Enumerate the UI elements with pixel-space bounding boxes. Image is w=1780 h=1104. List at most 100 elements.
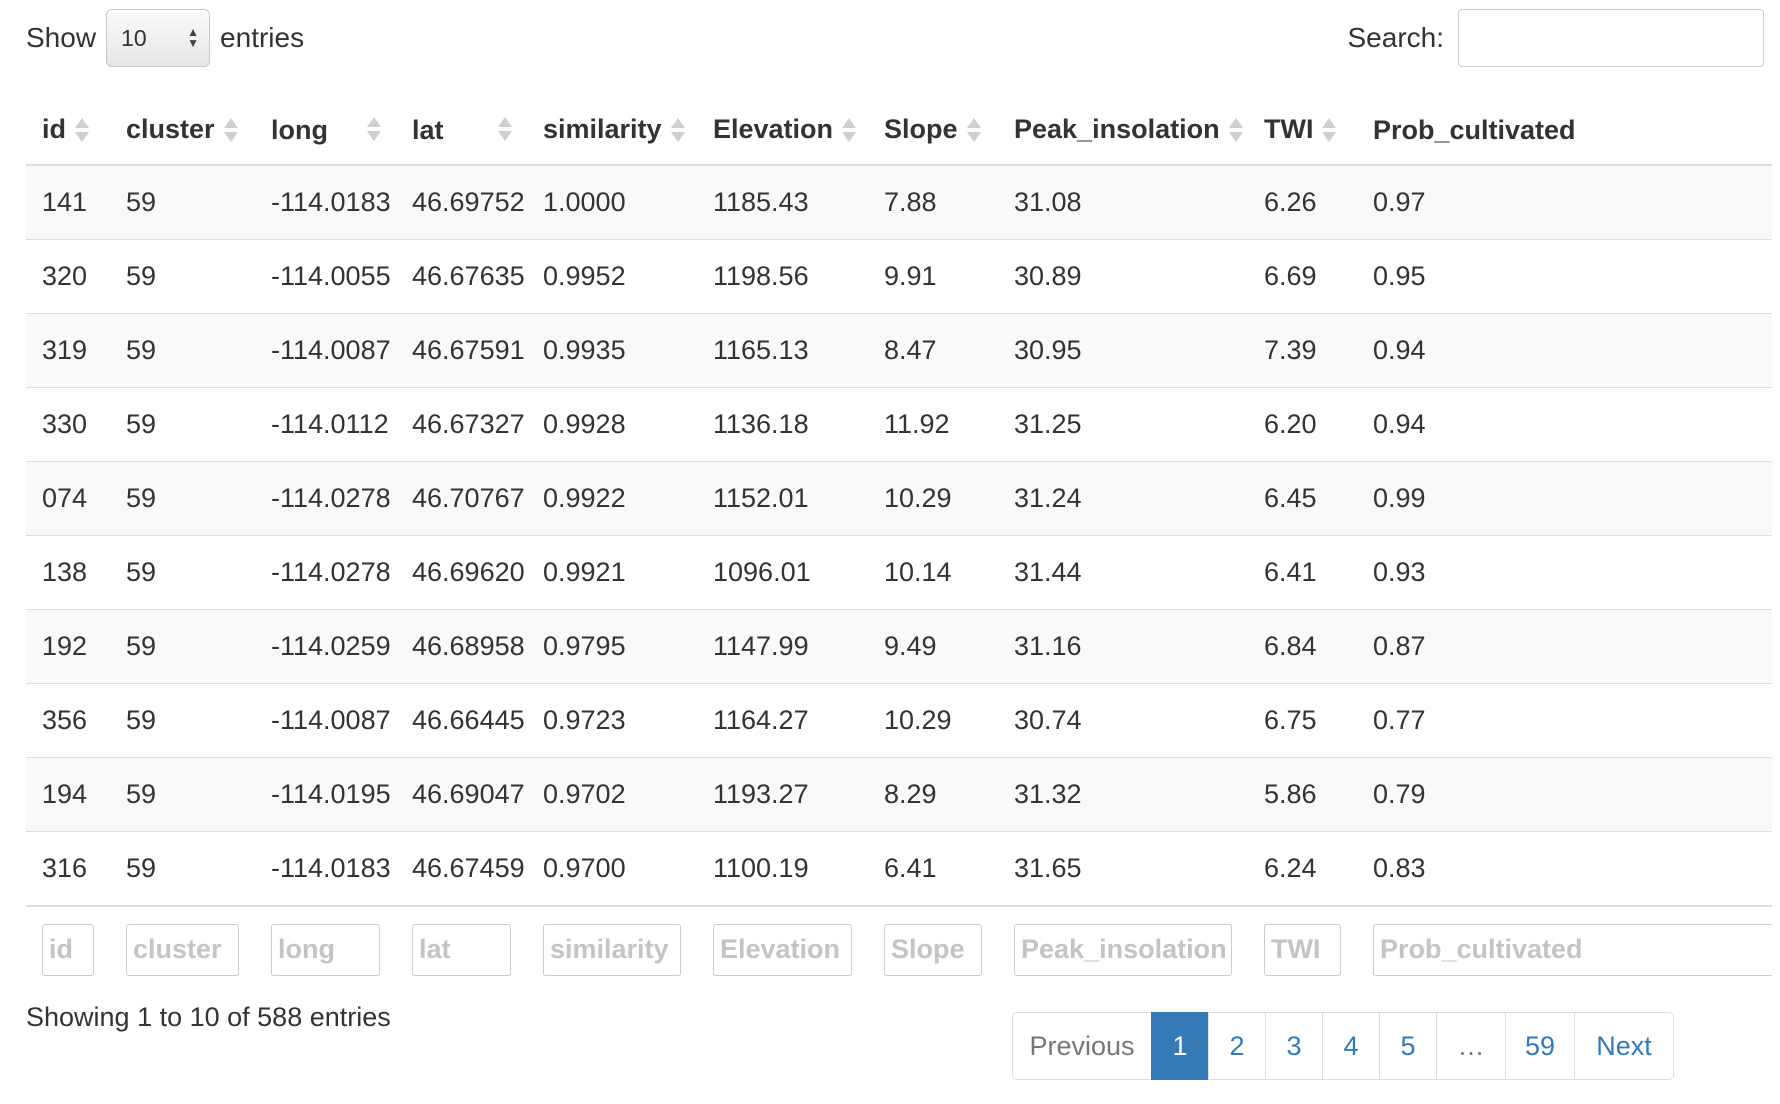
column-header-cluster[interactable]: cluster	[110, 96, 255, 166]
show-label: Show	[26, 22, 97, 53]
filter-cell	[110, 905, 255, 992]
column-header-similarity[interactable]: similarity	[527, 96, 697, 166]
filter-cell	[26, 905, 110, 992]
column-header-twi[interactable]: TWI	[1248, 96, 1357, 166]
cell-lat: 46.68958	[396, 609, 527, 684]
column-header-label: lat	[412, 114, 444, 145]
page-length-value: 10	[121, 24, 147, 51]
cell-prob_cultivated: 0.93	[1357, 535, 1772, 610]
column-header-label: Elevation	[713, 114, 834, 145]
cell-cluster: 59	[110, 164, 255, 240]
cell-lat: 46.67459	[396, 831, 527, 906]
cell-twi: 6.75	[1248, 683, 1357, 758]
column-header-long[interactable]: long	[255, 96, 396, 166]
column-header-peak_insolation[interactable]: Peak_insolation	[998, 96, 1248, 166]
cell-prob_cultivated: 0.79	[1357, 757, 1772, 832]
cell-cluster: 59	[110, 387, 255, 462]
cell-lat: 46.69047	[396, 757, 527, 832]
filter-input-similarity[interactable]	[543, 923, 681, 976]
table-row[interactable]: 320 59 -114.0055 46.67635 0.9952 1198.56 9.91 3…	[26, 239, 1772, 314]
column-filter-row	[26, 905, 1772, 992]
cell-long: -114.0183	[255, 164, 396, 240]
cell-cluster: 59	[110, 239, 255, 314]
page-button-3[interactable]: 3	[1265, 1012, 1323, 1080]
cell-cluster: 59	[110, 313, 255, 388]
sort-arrows-icon	[74, 116, 90, 146]
cell-elevation: 1100.19	[697, 831, 868, 906]
cell-prob_cultivated: 0.94	[1357, 313, 1772, 388]
cell-prob_cultivated: 0.94	[1357, 387, 1772, 462]
cell-long: -114.0112	[255, 387, 396, 462]
table-row[interactable]: 316 59 -114.0183 46.67459 0.9700 1100.19 6.41 3…	[26, 831, 1772, 906]
table-row[interactable]: 138 59 -114.0278 46.69620 0.9921 1096.01 10.14…	[26, 535, 1772, 610]
next-button[interactable]: Next	[1574, 1012, 1674, 1080]
filter-input-peak_insolation[interactable]	[1014, 923, 1232, 976]
page-button-1[interactable]: 1	[1151, 1012, 1209, 1080]
pagination: Previous 1 2 3 4 5… 59 Next	[1012, 1012, 1674, 1080]
page-button-4[interactable]: 4	[1322, 1012, 1380, 1080]
cell-id: 316	[26, 831, 110, 906]
cell-similarity: 0.9723	[527, 683, 697, 758]
filter-input-slope[interactable]	[884, 923, 982, 976]
cell-lat: 46.67635	[396, 239, 527, 314]
cell-lat: 46.69752	[396, 164, 527, 240]
column-header-label: cluster	[126, 114, 215, 145]
column-header-prob_cultivated[interactable]: Prob_cultivated	[1357, 96, 1772, 166]
cell-slope: 10.29	[868, 461, 998, 536]
cell-twi: 5.86	[1248, 757, 1357, 832]
table-row[interactable]: 074 59 -114.0278 46.70767 0.9922 1152.01 10.29…	[26, 461, 1772, 536]
cell-elevation: 1136.18	[697, 387, 868, 462]
sort-arrows-icon	[497, 115, 513, 145]
table-row[interactable]: 141 59 -114.0183 46.69752 1.0000 1185.43 7.88 3…	[26, 164, 1772, 240]
sort-arrows-icon	[1228, 116, 1244, 146]
table-row[interactable]: 194 59 -114.0195 46.69047 0.9702 1193.27 8.29 3…	[26, 757, 1772, 832]
previous-button[interactable]: Previous	[1012, 1012, 1152, 1080]
filter-input-id[interactable]	[42, 923, 94, 976]
table-body: 141 59 -114.0183 46.69752 1.0000 1185.43 7.88 3…	[26, 164, 1772, 906]
page-button-5[interactable]: 5	[1379, 1012, 1437, 1080]
cell-id: 319	[26, 313, 110, 388]
table-row[interactable]: 356 59 -114.0087 46.66445 0.9723 1164.27 10.29…	[26, 683, 1772, 758]
column-header-id[interactable]: id	[26, 96, 110, 166]
column-header-elevation[interactable]: Elevation	[697, 96, 868, 166]
filter-input-twi[interactable]	[1264, 923, 1341, 976]
sort-arrows-icon	[223, 116, 239, 146]
cell-long: -114.0087	[255, 683, 396, 758]
column-header-lat[interactable]: lat	[396, 96, 527, 166]
cell-similarity: 1.0000	[527, 164, 697, 240]
cell-peak_insolation: 31.65	[998, 831, 1248, 906]
column-header-label: Peak_insolation	[1014, 114, 1220, 145]
table-row[interactable]: 319 59 -114.0087 46.67591 0.9935 1165.13 8.47 3…	[26, 313, 1772, 388]
cell-twi: 6.41	[1248, 535, 1357, 610]
cell-prob_cultivated: 0.77	[1357, 683, 1772, 758]
page-length-control: Show 10 ▲ ▼ entries	[26, 8, 304, 68]
page-button-59[interactable]: 59	[1505, 1012, 1575, 1080]
cell-similarity: 0.9922	[527, 461, 697, 536]
cell-similarity: 0.9921	[527, 535, 697, 610]
cell-long: -114.0259	[255, 609, 396, 684]
table-row[interactable]: 330 59 -114.0112 46.67327 0.9928 1136.18 11.92…	[26, 387, 1772, 462]
cell-id: 141	[26, 164, 110, 240]
select-arrows-icon: ▲ ▼	[187, 25, 200, 50]
table-row[interactable]: 192 59 -114.0259 46.68958 0.9795 1147.99 9.49 3…	[26, 609, 1772, 684]
page-button-2[interactable]: 2	[1208, 1012, 1266, 1080]
filter-input-cluster[interactable]	[126, 923, 239, 976]
cell-prob_cultivated: 0.95	[1357, 239, 1772, 314]
entries-label: entries	[220, 22, 305, 53]
cell-peak_insolation: 30.95	[998, 313, 1248, 388]
cell-slope: 7.88	[868, 164, 998, 240]
column-header-label: Slope	[884, 114, 958, 145]
filter-input-lat[interactable]	[412, 923, 511, 976]
cell-similarity: 0.9702	[527, 757, 697, 832]
sort-arrows-icon	[366, 115, 382, 145]
page-length-select[interactable]: 10 ▲ ▼	[106, 9, 211, 67]
filter-input-prob_cultivated[interactable]	[1373, 923, 1772, 976]
filter-input-elevation[interactable]	[713, 923, 852, 976]
cell-elevation: 1193.27	[697, 757, 868, 832]
search-input[interactable]	[1458, 9, 1764, 67]
cell-slope: 9.49	[868, 609, 998, 684]
filter-input-long[interactable]	[271, 923, 380, 976]
cell-peak_insolation: 31.16	[998, 609, 1248, 684]
cell-cluster: 59	[110, 757, 255, 832]
column-header-slope[interactable]: Slope	[868, 96, 998, 166]
